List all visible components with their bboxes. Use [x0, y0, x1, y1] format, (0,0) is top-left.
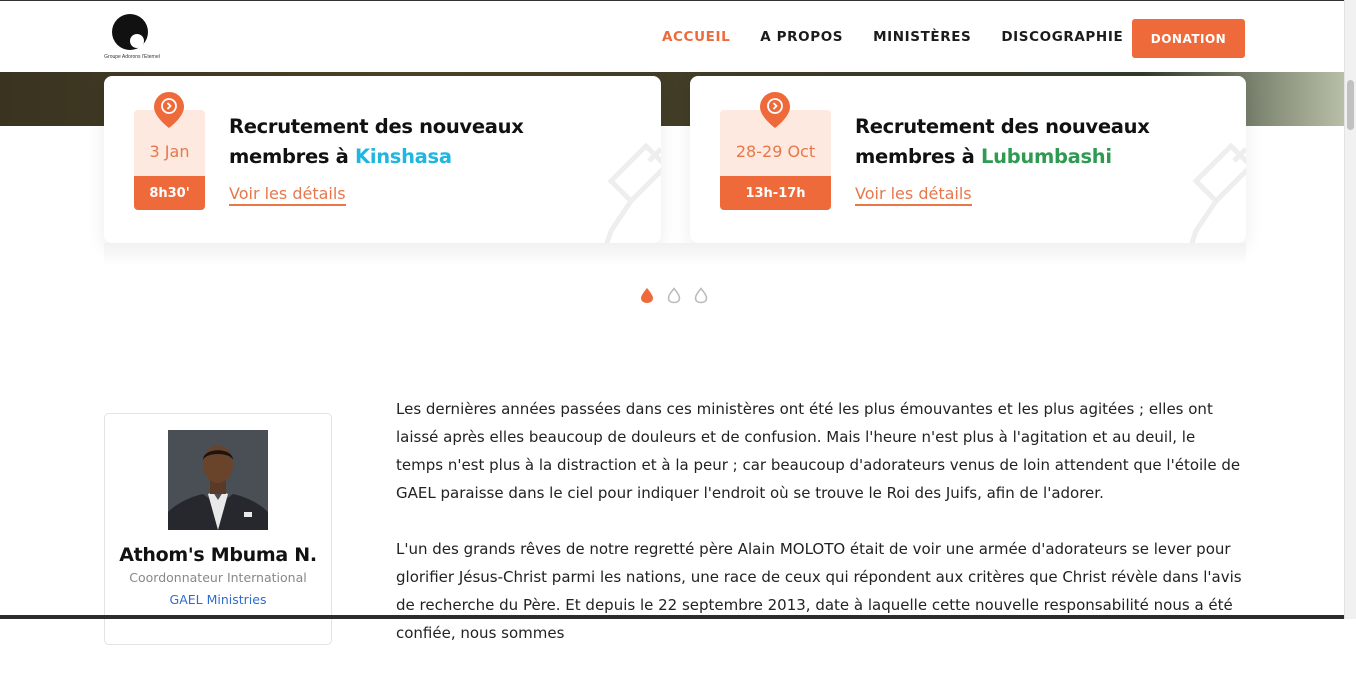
donation-button[interactable]: DONATION — [1132, 19, 1245, 58]
card-shadow — [104, 243, 1246, 265]
slider-dot[interactable] — [666, 287, 682, 304]
pen-decoration-icon — [604, 142, 661, 243]
bottom-edge — [0, 615, 1345, 619]
slider-dot-active[interactable] — [639, 287, 655, 304]
profile-org-link[interactable]: GAEL Ministries — [105, 592, 331, 607]
event-title: Recrutement des nouveaux membres à Lubum… — [855, 112, 1155, 172]
event-details-link[interactable]: Voir les détails — [855, 184, 972, 206]
nav-item-a-propos[interactable]: A PROPOS — [760, 29, 843, 45]
event-time: 8h30' — [134, 176, 205, 210]
location-pin-icon — [760, 92, 790, 128]
person-portrait-icon — [168, 430, 268, 530]
nav-item-discographie[interactable]: DISCOGRAPHIE — [1001, 29, 1123, 45]
event-date: 3 Jan — [149, 142, 190, 161]
intro-text: Les dernières années passées dans ces mi… — [396, 395, 1246, 675]
location-pin-icon — [154, 92, 184, 128]
event-card: 3 Jan 8h30' Recrutement des nouveaux mem… — [104, 76, 661, 243]
nav-item-accueil[interactable]: ACCUEIL — [662, 29, 730, 45]
nav-item-ministeres[interactable]: MINISTÈRES — [873, 29, 971, 45]
paragraph: L'un des grands rêves de notre regretté … — [396, 540, 1242, 642]
logo-icon — [112, 14, 148, 50]
paragraph: Les dernières années passées dans ces mi… — [396, 400, 1241, 502]
profile-card: Athom's Mbuma N. Coordonnateur Internati… — [104, 413, 332, 645]
event-title: Recrutement des nouveaux membres à Kinsh… — [229, 112, 629, 172]
site-logo[interactable]: Groupe Adorons l'Eternel — [104, 14, 160, 64]
event-card: 28-29 Oct 13h-17h Recrutement des nouvea… — [690, 76, 1246, 243]
event-details-link[interactable]: Voir les détails — [229, 184, 346, 206]
event-city: Lubumbashi — [981, 145, 1112, 168]
event-city: Kinshasa — [355, 145, 452, 168]
main-nav: ACCUEIL A PROPOS MINISTÈRES DISCOGRAPHIE — [662, 29, 1123, 45]
scrollbar-thumb[interactable] — [1347, 80, 1354, 130]
page-scrollbar[interactable] — [1344, 0, 1356, 619]
profile-photo — [168, 430, 268, 530]
site-header: Groupe Adorons l'Eternel ACCUEIL A PROPO… — [0, 0, 1345, 72]
slider-dot[interactable] — [693, 287, 709, 304]
profile-role: Coordonnateur International — [129, 570, 307, 585]
event-time: 13h-17h — [720, 176, 831, 210]
slider-pagination — [639, 287, 709, 304]
pen-decoration-icon — [1189, 142, 1246, 243]
logo-text: Groupe Adorons l'Eternel — [104, 54, 160, 60]
profile-name: Athom's Mbuma N. — [119, 544, 317, 566]
event-date: 28-29 Oct — [735, 142, 816, 161]
